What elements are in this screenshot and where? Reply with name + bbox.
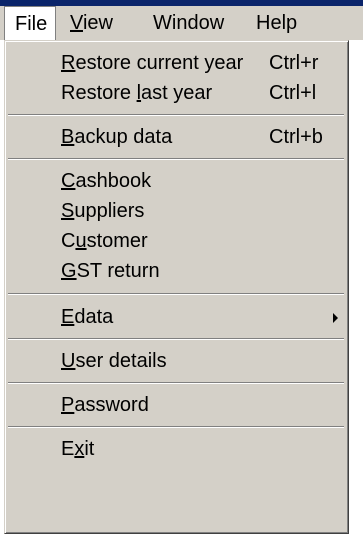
menu-item-label: Restore last year bbox=[61, 82, 213, 104]
submenu-arrow-icon bbox=[333, 313, 338, 323]
menu-separator bbox=[8, 338, 344, 340]
menu-item-label: Suppliers bbox=[61, 200, 145, 222]
menu-item-label: User details bbox=[61, 350, 167, 372]
menu-separator bbox=[8, 426, 344, 428]
menu-item-restore-current-year[interactable]: Restore current year Ctrl+r bbox=[8, 48, 344, 78]
menu-separator bbox=[8, 382, 344, 384]
menu-view[interactable]: View bbox=[60, 6, 123, 40]
menu-item-user-details[interactable]: User details bbox=[8, 346, 344, 376]
menu-item-label: Restore current year bbox=[61, 52, 244, 74]
menu-separator bbox=[8, 114, 344, 116]
menu-file[interactable]: File bbox=[4, 6, 56, 40]
shortcut-label: Ctrl+r bbox=[269, 52, 319, 74]
menu-item-restore-last-year[interactable]: Restore last year Ctrl+l bbox=[8, 78, 344, 108]
menu-item-password[interactable]: Password bbox=[8, 390, 344, 420]
menu-item-exit[interactable]: Exit bbox=[8, 434, 344, 464]
menu-separator bbox=[8, 158, 344, 160]
menu-item-backup-data[interactable]: Backup data Ctrl+b bbox=[8, 122, 344, 152]
menu-item-customer[interactable]: Customer bbox=[8, 226, 344, 256]
menu-item-label: Backup data bbox=[61, 126, 173, 148]
menu-item-label: Cashbook bbox=[61, 170, 152, 192]
menu-item-label: Exit bbox=[61, 438, 95, 460]
menu-help-label: Help bbox=[256, 12, 298, 34]
menu-item-label: Password bbox=[61, 394, 149, 416]
menu-separator bbox=[8, 293, 344, 295]
menu-help[interactable]: Help bbox=[246, 6, 307, 40]
menu-view-rest: iew bbox=[82, 12, 113, 34]
menu-window[interactable]: Window bbox=[143, 6, 234, 40]
menu-file-label: File bbox=[15, 13, 48, 35]
menu-item-label: Customer bbox=[61, 230, 148, 252]
file-dropdown-menu: Restore current year Ctrl+r Restore last… bbox=[4, 40, 349, 534]
menu-item-gst-return[interactable]: GST return bbox=[8, 256, 344, 286]
menu-view-mnemonic: V bbox=[70, 12, 83, 34]
shortcut-label: Ctrl+l bbox=[269, 82, 317, 104]
shortcut-label: Ctrl+b bbox=[269, 126, 323, 148]
menu-window-label: Window bbox=[153, 12, 225, 34]
menu-item-edata[interactable]: Edata bbox=[8, 302, 344, 332]
menu-item-label: Edata bbox=[61, 306, 114, 328]
menu-item-label: GST return bbox=[61, 260, 160, 282]
menu-item-suppliers[interactable]: Suppliers bbox=[8, 196, 344, 226]
menu-item-cashbook[interactable]: Cashbook bbox=[8, 166, 344, 196]
menu-bar: File View Window Help bbox=[0, 6, 363, 40]
